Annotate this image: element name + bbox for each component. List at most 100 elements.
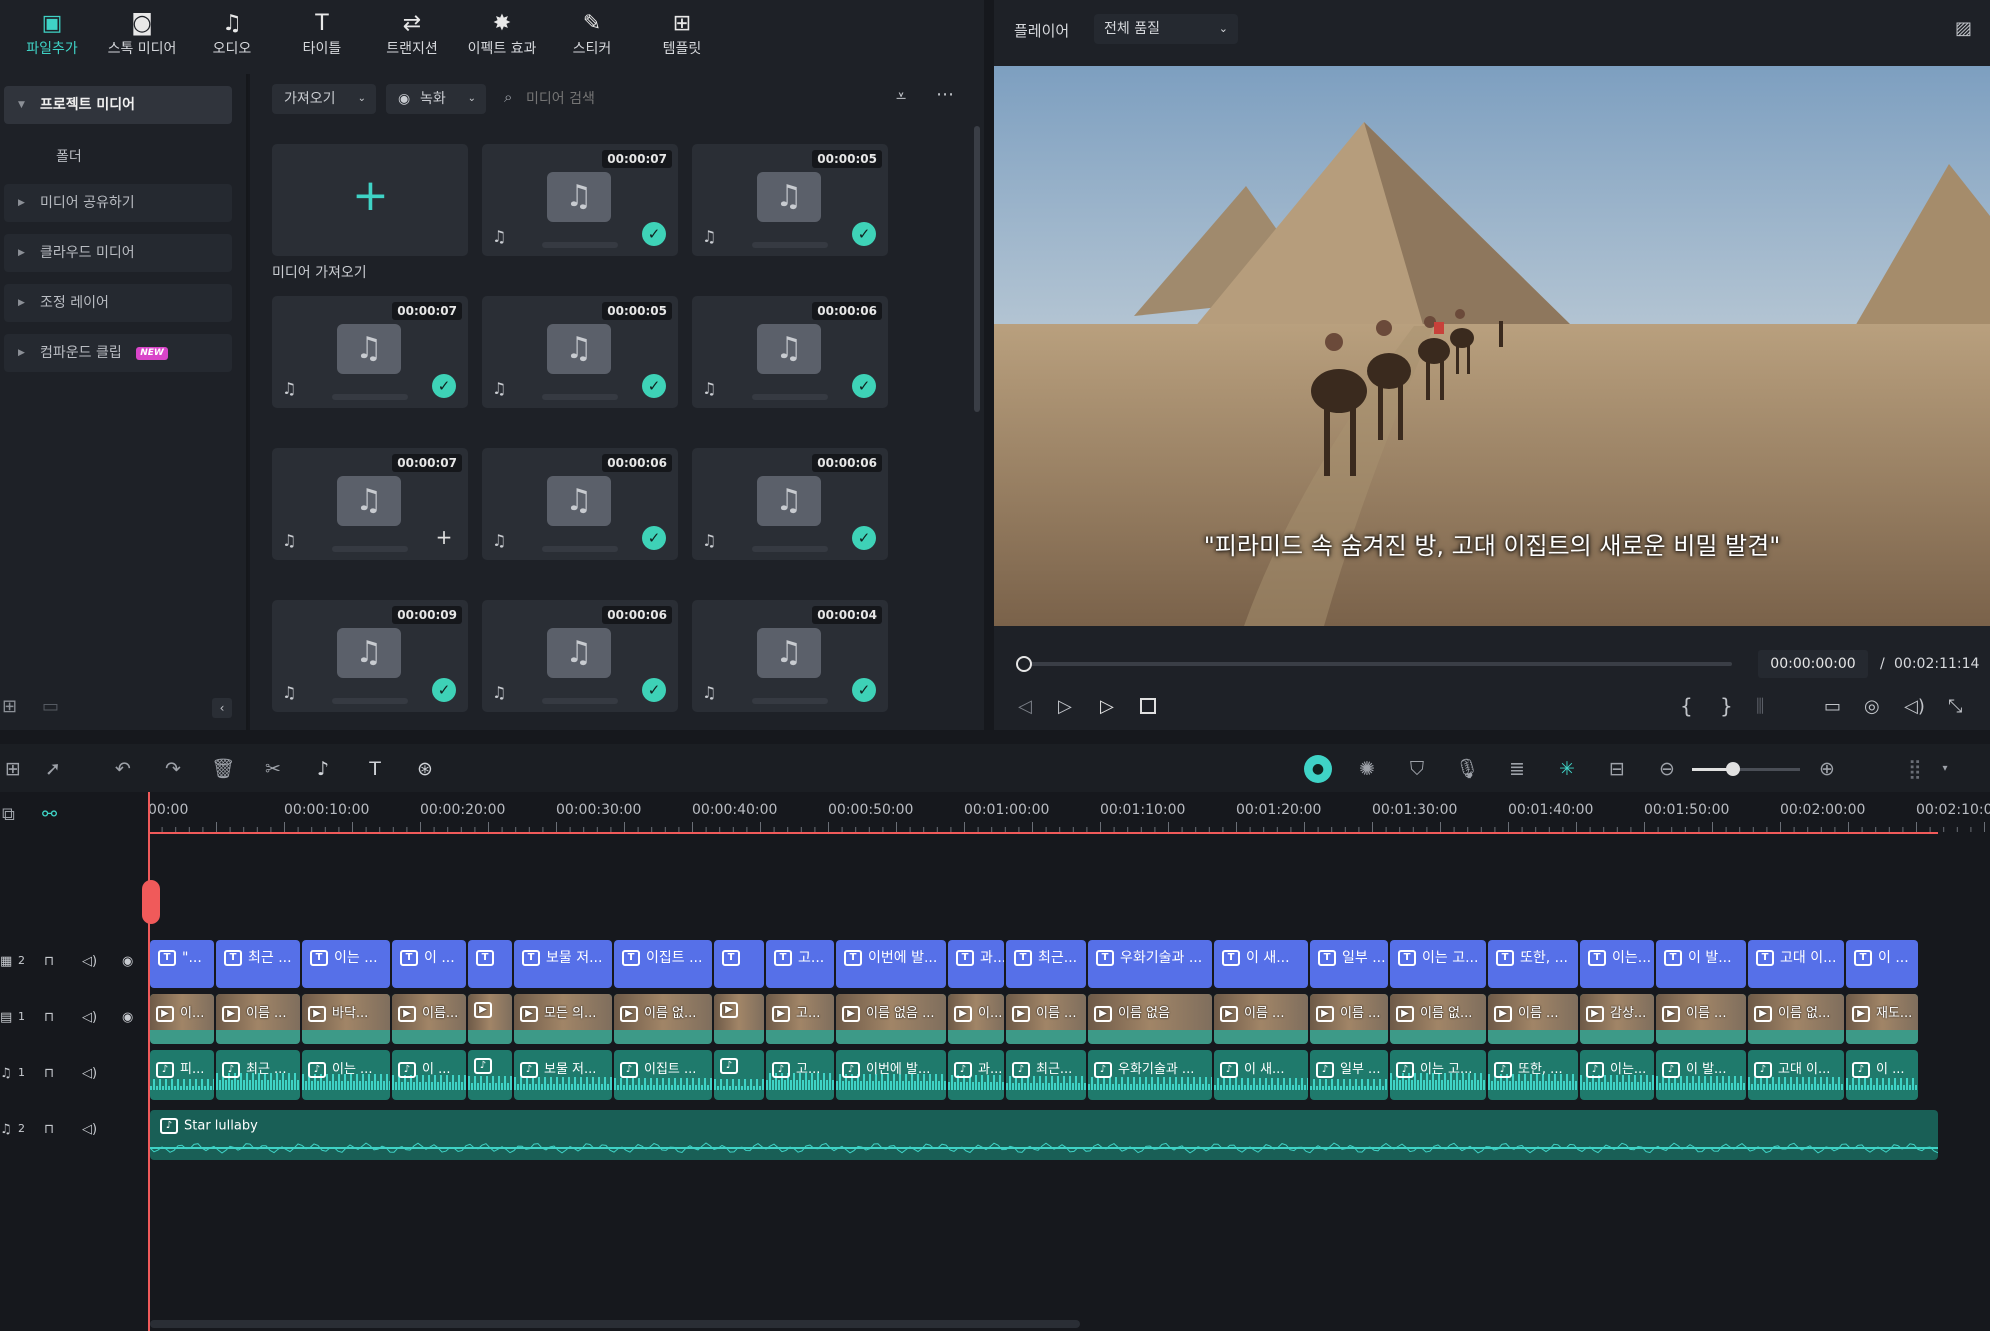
video-clip[interactable]: ▶ 이름 ... (216, 994, 300, 1044)
audio-clip[interactable]: ♪ 이는... (1580, 1050, 1654, 1100)
video-clip[interactable]: ▶ 모든 의... (514, 994, 612, 1044)
audio-clip[interactable]: ♪ 최근 ... (216, 1050, 300, 1100)
quality-dropdown[interactable]: 전체 품질 ⌄ (1094, 14, 1238, 44)
media-card[interactable]: 00:00:07 ♫ ♫ ✓ (482, 144, 678, 256)
mark-out-icon[interactable]: } (1720, 694, 1733, 718)
speaker-icon[interactable]: ◁) (82, 954, 97, 969)
audio-mix-icon[interactable]: ≣ (1504, 756, 1530, 782)
media-card[interactable]: 00:00:04 ♫ ♫ ✓ (692, 600, 888, 712)
video-clip[interactable]: ▶ 이름 없... (614, 994, 712, 1044)
title-clip[interactable]: T 고대 이... (1748, 940, 1844, 988)
video-clip[interactable]: ▶ 이름 ... (1656, 994, 1746, 1044)
play-frame-icon[interactable]: ▷ (1058, 696, 1072, 717)
playhead-handle[interactable] (142, 880, 160, 924)
add-to-timeline-icon[interactable]: + (432, 526, 456, 550)
title-clip[interactable]: T 이 ... (392, 940, 466, 988)
media-card[interactable]: 00:00:05 ♫ ♫ ✓ (692, 144, 888, 256)
audio-clip[interactable]: ♪ 이는 고... (1390, 1050, 1486, 1100)
media-scrollbar[interactable] (974, 126, 980, 412)
mark-in-icon[interactable]: { (1680, 694, 1693, 718)
previous-frame-icon[interactable]: ◁ (1018, 696, 1032, 717)
eye-icon[interactable]: ◉ (122, 954, 133, 969)
layout-grid-icon[interactable]: ⊞ (0, 756, 26, 782)
ai-assistant-icon[interactable]: ● (1304, 755, 1332, 783)
more-options-icon[interactable]: ⋯ (936, 84, 954, 105)
render-settings-icon[interactable]: ✺ (1354, 756, 1380, 782)
title-clip[interactable]: T 이는 ... (302, 940, 390, 988)
video-clip[interactable]: ▶ 이름 없... (1390, 994, 1486, 1044)
timeline-ruler[interactable]: 00:00 00:00:10:00 00:00:20:00 00:00:30:00 00… (148, 792, 1990, 832)
title-clip[interactable]: T 이 발... (1656, 940, 1746, 988)
video-clip[interactable]: ▶ 이름 ... (1214, 994, 1308, 1044)
zoom-out-icon[interactable]: ⊖ (1654, 756, 1680, 782)
video-clip[interactable]: ▶ 바닥... (302, 994, 390, 1044)
title-clip[interactable]: T "... (150, 940, 214, 988)
tab-effects-sparkle[interactable]: ✸ 이펙트 효과 (456, 10, 548, 70)
video-clip[interactable]: ▶ 고... (766, 994, 834, 1044)
redo-icon[interactable]: ↷ (160, 756, 186, 782)
text-tool-icon[interactable]: T (362, 756, 388, 782)
video-clip[interactable]: ▶ (714, 994, 764, 1044)
title-clip[interactable]: T 일부 ... (1310, 940, 1388, 988)
video-clip[interactable]: ▶ 이름 ... (1310, 994, 1388, 1044)
audio-clip[interactable]: ♪ 이는 ... (302, 1050, 390, 1100)
audio-clip[interactable]: ♪ 이번에 발... (836, 1050, 946, 1100)
video-clip[interactable]: ▶ 이름 없음 ... (836, 994, 946, 1044)
tab-music-note[interactable]: ♫ 오디오 (186, 10, 278, 70)
audio-clip[interactable]: ♪ 이 발... (1656, 1050, 1746, 1100)
title-clip[interactable]: T 보물 저... (514, 940, 612, 988)
timeline-view-icon[interactable]: ⣿ (1902, 756, 1928, 782)
filter-icon[interactable]: ⩡ (896, 86, 906, 107)
audio-clip[interactable]: ♪ (468, 1050, 512, 1100)
stop-icon[interactable] (1140, 698, 1156, 714)
title-clip[interactable]: T (714, 940, 764, 988)
media-card[interactable]: 00:00:06 ♫ ♫ ✓ (482, 448, 678, 560)
sidebar-item-compound-clip[interactable]: ▶ 컴파운드 클립 NEW (4, 334, 232, 372)
title-clip[interactable]: T 우화기술과 ... (1088, 940, 1212, 988)
title-clip[interactable]: T 이는 고... (1390, 940, 1486, 988)
zoom-slider-handle[interactable] (1726, 762, 1740, 776)
title-clip[interactable]: T 최근 ... (216, 940, 300, 988)
tab-transition[interactable]: ⇄ 트랜지션 (366, 10, 458, 70)
sidebar-item-adjustment-layer[interactable]: ▶ 조정 레이어 (4, 284, 232, 322)
title-clip[interactable]: T 이 ... (1846, 940, 1918, 988)
delete-icon[interactable]: 🗑 (210, 756, 236, 782)
media-card[interactable]: 00:00:06 ♫ ♫ ✓ (692, 448, 888, 560)
lock-icon[interactable]: ⊓ (44, 1010, 54, 1025)
lock-icon[interactable]: ⊓ (44, 1122, 54, 1137)
link-icon[interactable]: ⚯ (42, 804, 57, 825)
title-clip[interactable]: T 이는... (1580, 940, 1654, 988)
audio-clip[interactable]: ♪ 이 ... (392, 1050, 466, 1100)
video-clip[interactable]: ▶ 이름 없... (1748, 994, 1844, 1044)
video-clip[interactable]: ▶ 이름 ... (1006, 994, 1086, 1044)
media-card[interactable]: 00:00:07 ♫ ♫ + (272, 448, 468, 560)
collapse-panel-icon[interactable]: ‹ (212, 698, 232, 718)
zoom-in-icon[interactable]: ⊕ (1814, 756, 1840, 782)
audio-clip[interactable]: ♪ (714, 1050, 764, 1100)
current-time-display[interactable]: 00:00:00:00 (1758, 650, 1868, 678)
sidebar-item-folder[interactable]: 폴더 (56, 146, 82, 166)
audio-clip[interactable]: ♪ 피... (150, 1050, 214, 1100)
import-media-card[interactable]: + (272, 144, 468, 256)
play-icon[interactable]: ▷ (1100, 696, 1114, 717)
media-card[interactable]: 00:00:06 ♫ ♫ ✓ (482, 600, 678, 712)
audio-clip[interactable]: ♪ 일부 ... (1310, 1050, 1388, 1100)
fullscreen-icon[interactable]: ⤡ (1948, 696, 1962, 717)
speech-to-text-icon[interactable]: ⊛ (412, 756, 438, 782)
music-clip[interactable]: ♪ Star lullaby (150, 1110, 1938, 1160)
volume-icon[interactable]: ◁) (1904, 696, 1925, 717)
sidebar-item-shared-media[interactable]: ▶ 미디어 공유하기 (4, 184, 232, 222)
video-clip[interactable]: ▶ 감상... (1580, 994, 1654, 1044)
title-clip[interactable]: T 최근... (1006, 940, 1086, 988)
audio-clip[interactable]: ♪ 이 새... (1214, 1050, 1308, 1100)
audio-clip[interactable]: ♪ 과... (948, 1050, 1004, 1100)
select-cursor-icon[interactable]: ➚ (40, 756, 66, 782)
import-dropdown[interactable]: 가져오기 ⌄ (272, 84, 376, 114)
display-monitor-icon[interactable]: ▭ (1824, 696, 1841, 717)
title-clip[interactable]: T 이 새... (1214, 940, 1308, 988)
title-clip[interactable]: T 이집트 ... (614, 940, 712, 988)
folder-icon[interactable]: ▭ (42, 696, 59, 717)
audio-clip[interactable]: ♪ 우화기술과 ... (1088, 1050, 1212, 1100)
audio-clip[interactable]: ♪ 이 ... (1846, 1050, 1918, 1100)
sidebar-item-cloud-media[interactable]: ▶ 클라우드 미디어 (4, 234, 232, 272)
